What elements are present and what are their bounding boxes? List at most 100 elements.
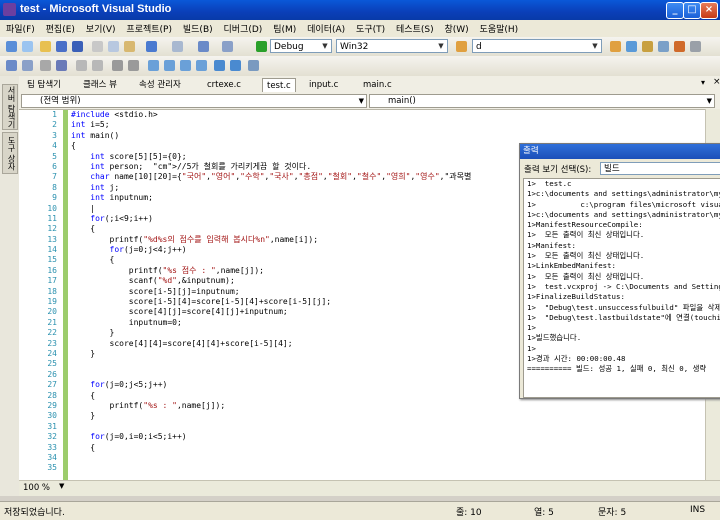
tab-class-view[interactable]: 클래스 뷰 [79, 78, 121, 92]
tab-list-icon[interactable]: ▾ [701, 78, 705, 87]
zoom-dropdown-icon[interactable]: ▼ [59, 482, 64, 490]
output-line: 1> test.c [527, 179, 572, 188]
toolbox-tab[interactable]: 도구 상자 [2, 132, 18, 174]
menu-project[interactable]: 프로젝트(P) [122, 20, 176, 35]
previous-bookmark-icon[interactable] [164, 60, 175, 71]
undo-icon[interactable] [146, 41, 157, 52]
menu-test[interactable]: 테스트(S) [392, 20, 438, 35]
word-completion-icon[interactable] [56, 60, 67, 71]
code-line[interactable]: for(j=0,i=0;i<5;i++) [71, 432, 701, 442]
menu-build[interactable]: 빌드(B) [179, 20, 217, 35]
copy-icon[interactable] [108, 41, 119, 52]
tab-property-manager[interactable]: 속성 관리자 [135, 78, 185, 92]
tab-main-c[interactable]: main.c [359, 78, 396, 92]
toolbox-icon[interactable] [674, 41, 685, 52]
output-source-select[interactable]: 빌드 [600, 162, 720, 175]
scope-dropdown[interactable]: (전역 범위) ▼ [21, 94, 367, 108]
properties-icon[interactable] [642, 41, 653, 52]
line-number: 12 [47, 224, 57, 234]
line-number: 24 [47, 348, 57, 358]
cut-icon[interactable] [92, 41, 103, 52]
status-char: 문자: 5 [598, 508, 627, 518]
tab-crtexe[interactable]: crtexe.c [203, 78, 245, 92]
code-line[interactable]: int i=5; [71, 120, 701, 130]
code-line[interactable] [71, 453, 701, 463]
comment-icon[interactable] [112, 60, 123, 71]
output-text[interactable]: 1> test.c 1>c:\documents and settings\adm… [523, 178, 720, 398]
menu-data[interactable]: 데이터(A) [303, 20, 349, 35]
maximize-button[interactable]: □ [683, 2, 701, 19]
save-all-icon[interactable] [72, 41, 83, 52]
clear-bookmarks-icon[interactable] [196, 60, 207, 71]
server-explorer-tab[interactable]: 서버 탐색기 [2, 84, 18, 130]
close-button[interactable]: × [700, 2, 718, 19]
side-tool-strip: 서버 탐색기 도구 상자 [0, 76, 20, 496]
zoom-level[interactable]: 100 % [23, 482, 50, 494]
navigate-forward-icon[interactable] [222, 41, 233, 52]
bookmark-icon[interactable] [148, 60, 159, 71]
next-bookmark-icon[interactable] [180, 60, 191, 71]
save-icon[interactable] [56, 41, 67, 52]
code-line[interactable]: } [71, 411, 701, 421]
status-mode: INS [690, 505, 706, 515]
menu-edit[interactable]: 편집(E) [42, 20, 79, 35]
standard-toolbar: Debug ▼ Win32 ▼ d ▼ [0, 37, 720, 57]
tab-input-c[interactable]: input.c [305, 78, 342, 92]
increase-indent-icon[interactable] [92, 60, 103, 71]
menu-window[interactable]: 창(W) [440, 20, 472, 35]
menu-team[interactable]: 팀(M) [269, 20, 300, 35]
output-line: 1>LinkEmbedManifest: [527, 261, 616, 271]
menu-debug[interactable]: 디버그(D) [220, 20, 267, 35]
code-line[interactable] [71, 422, 701, 432]
redo-icon[interactable] [172, 41, 183, 52]
tab-test-c[interactable]: test.c [262, 78, 296, 93]
output-line: 1>경과 시간: 00:00:00.48 [527, 354, 626, 364]
open-file-icon[interactable] [40, 41, 51, 52]
start-page-icon[interactable] [690, 41, 701, 52]
start-debugging-icon[interactable] [256, 41, 267, 52]
find-in-files-icon[interactable] [456, 41, 467, 52]
code-line[interactable]: { [71, 443, 701, 453]
text-editor-toolbar [0, 56, 720, 77]
minimize-button[interactable]: _ [666, 2, 684, 19]
platform-select[interactable]: Win32 ▼ [336, 39, 448, 53]
tab-team-explorer[interactable]: 팀 탐색기 [23, 78, 65, 92]
previous-bookmark-folder-icon[interactable] [214, 60, 225, 71]
output-title[interactable]: 출력 [520, 144, 720, 159]
add-item-icon[interactable] [22, 41, 33, 52]
code-line[interactable]: #include <stdio.h> [71, 110, 701, 120]
line-number: 9 [52, 193, 57, 203]
code-line[interactable]: int main() [71, 131, 701, 141]
solution-explorer-icon[interactable] [626, 41, 637, 52]
next-bookmark-document-icon[interactable] [248, 60, 259, 71]
display-object-icon[interactable] [6, 60, 17, 71]
app-icon [3, 3, 16, 16]
close-tab-icon[interactable]: × [713, 77, 720, 87]
paste-icon[interactable] [124, 41, 135, 52]
status-column: 열: 5 [534, 508, 554, 518]
new-project-icon[interactable] [6, 41, 17, 52]
chevron-down-icon: ▼ [706, 97, 712, 105]
decrease-indent-icon[interactable] [76, 60, 87, 71]
find-icon[interactable] [610, 41, 621, 52]
code-line[interactable] [71, 463, 701, 473]
next-bookmark-folder-icon[interactable] [230, 60, 241, 71]
code-line[interactable]: printf("%s : ",name[j]); [71, 401, 701, 411]
line-number: 14 [47, 245, 57, 255]
line-number: 8 [52, 182, 57, 192]
object-browser-icon[interactable] [658, 41, 669, 52]
member-dropdown[interactable]: main() ▼ [369, 94, 715, 108]
menu-tools[interactable]: 도구(T) [352, 20, 389, 35]
find-input[interactable]: d ▼ [472, 39, 602, 53]
line-number: 28 [47, 390, 57, 400]
menu-view[interactable]: 보기(V) [82, 20, 120, 35]
quick-info-icon[interactable] [40, 60, 51, 71]
menu-help[interactable]: 도움말(H) [476, 20, 523, 35]
line-number: 2 [52, 120, 57, 130]
solution-config-select[interactable]: Debug ▼ [270, 39, 332, 53]
uncomment-icon[interactable] [128, 60, 139, 71]
parameter-info-icon[interactable] [22, 60, 33, 71]
menu-file[interactable]: 파일(F) [0, 20, 39, 35]
navigate-backward-icon[interactable] [198, 41, 209, 52]
line-number: 1 [52, 110, 57, 119]
